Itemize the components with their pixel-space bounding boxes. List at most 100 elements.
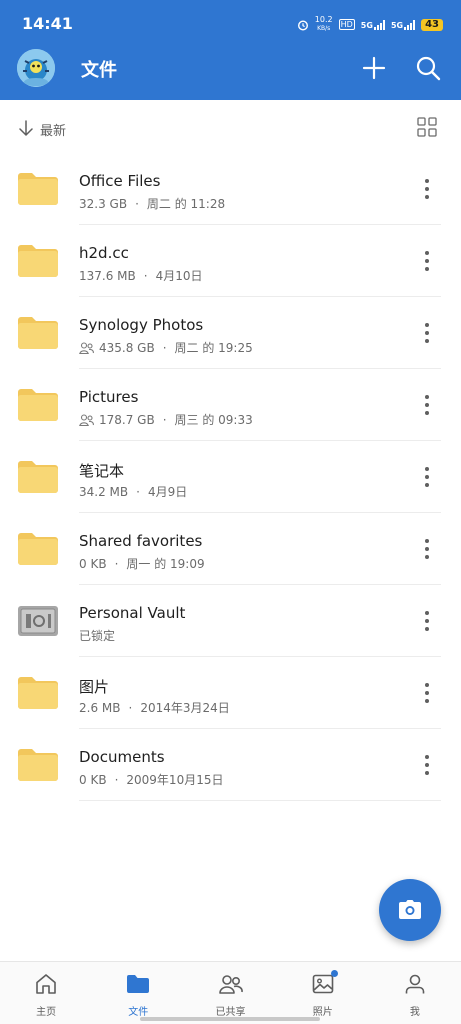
home-indicator: [140, 1017, 320, 1021]
net-speed-value: 10.2: [314, 15, 333, 24]
arrow-down-icon[interactable]: [18, 119, 34, 137]
item-meta: 34.2 MB · 4月9日: [79, 483, 187, 500]
signal-label: 5G: [390, 20, 404, 30]
hd-badge: HD: [338, 19, 355, 30]
folder-icon: [18, 533, 58, 565]
page-title: 文件: [81, 60, 117, 81]
item-size: 0 KB: [79, 772, 107, 787]
nav-me[interactable]: 我: [369, 962, 461, 1024]
more-options-icon[interactable]: [417, 321, 437, 345]
more-options-icon[interactable]: [417, 249, 437, 273]
item-name: 笔记本: [79, 462, 125, 480]
divider: [79, 800, 441, 801]
item-meta: 2.6 MB · 2014年3月24日: [79, 699, 230, 716]
status-bar: 14:41 10.2 KB/s HD 5G 5G 43: [0, 0, 461, 44]
avatar[interactable]: [17, 49, 55, 87]
sort-row: 最新: [0, 106, 461, 150]
nav-label: 照片: [312, 1007, 333, 1018]
nav-label: 文件: [128, 1007, 149, 1018]
item-size: 178.7 GB: [99, 412, 155, 427]
more-options-icon[interactable]: [417, 609, 437, 633]
list-item[interactable]: Synology Photos 435.8 GB · 周二 的 19:25: [0, 297, 461, 369]
nav-label: 我: [409, 1007, 420, 1018]
meta-separator: ·: [114, 772, 119, 787]
top-bar: 14:41 10.2 KB/s HD 5G 5G 43 文件: [0, 0, 461, 100]
folder-icon: [18, 389, 58, 421]
folder-icon: [127, 975, 150, 993]
more-options-icon[interactable]: [417, 177, 437, 201]
item-size: 137.6 MB: [79, 268, 136, 283]
status-time: 14:41: [22, 14, 73, 33]
status-indicators: 10.2 KB/s HD 5G 5G 43: [297, 16, 443, 33]
person-icon: [405, 974, 425, 994]
list-item[interactable]: h2d.cc 137.6 MB · 4月10日: [0, 225, 461, 297]
search-icon[interactable]: [414, 54, 442, 82]
more-options-icon[interactable]: [417, 681, 437, 705]
file-list: Office Files 32.3 GB · 周二 的 11:28 h2d.cc 137.…: [0, 153, 461, 801]
item-name: Personal Vault: [79, 604, 186, 622]
nav-home[interactable]: 主页: [0, 962, 92, 1024]
item-meta: 已锁定: [79, 627, 115, 644]
item-size: 32.3 GB: [79, 196, 128, 211]
list-item[interactable]: 笔记本 34.2 MB · 4月9日: [0, 441, 461, 513]
item-date: 4月9日: [147, 485, 188, 499]
alarm-icon: [297, 19, 308, 31]
home-icon: [36, 974, 56, 994]
item-name: Office Files: [79, 172, 161, 190]
item-size: 34.2 MB: [79, 484, 129, 499]
item-name: Pictures: [79, 388, 139, 406]
sort-label[interactable]: 最新: [40, 120, 66, 139]
nav-photos[interactable]: 照片: [277, 962, 369, 1024]
more-options-icon[interactable]: [417, 753, 437, 777]
item-date: 2009年10月15日: [126, 773, 224, 787]
bottom-navigation: 主页 文件 已共享 照片 我: [0, 961, 461, 1024]
item-name: Documents: [79, 748, 165, 766]
list-item[interactable]: Pictures 178.7 GB · 周三 的 09:33: [0, 369, 461, 441]
add-icon[interactable]: [360, 54, 388, 82]
battery-indicator: 43: [421, 18, 443, 31]
item-meta: 0 KB · 2009年10月15日: [79, 771, 223, 788]
item-meta: 137.6 MB · 4月10日: [79, 267, 203, 284]
item-meta: 32.3 GB · 周二 的 11:28: [79, 195, 225, 212]
item-size: 0 KB: [79, 556, 107, 571]
item-date: 4月10日: [155, 269, 203, 283]
nav-shared[interactable]: 已共享: [184, 962, 276, 1024]
list-item[interactable]: Shared favorites 0 KB · 周一 的 19:09: [0, 513, 461, 585]
item-name: Synology Photos: [79, 316, 204, 334]
signal-5g-2: 5G: [390, 19, 416, 30]
item-date: 周二 的 19:25: [174, 341, 253, 355]
camera-button[interactable]: [379, 879, 441, 941]
vault-icon: [18, 606, 58, 636]
signal-5g-1: 5G: [360, 19, 385, 30]
item-name: 图片: [79, 678, 110, 696]
signal-bars-icon: [404, 19, 416, 30]
item-date: 周二 的 11:28: [146, 197, 226, 211]
people-icon: [218, 975, 243, 994]
meta-separator: ·: [135, 196, 139, 211]
shared-icon: [79, 413, 94, 426]
nav-label: 主页: [36, 1007, 57, 1018]
signal-label: 5G: [360, 20, 373, 30]
folder-icon: [18, 245, 58, 277]
meta-separator: ·: [162, 412, 167, 427]
folder-icon: [18, 173, 58, 205]
more-options-icon[interactable]: [417, 393, 437, 417]
grid-view-icon[interactable]: [417, 117, 437, 137]
more-options-icon[interactable]: [417, 537, 437, 561]
meta-separator: ·: [136, 484, 140, 499]
folder-icon: [18, 317, 58, 349]
more-options-icon[interactable]: [417, 465, 437, 489]
list-item[interactable]: Documents 0 KB · 2009年10月15日: [0, 729, 461, 801]
item-date: 周一 的 19:09: [126, 557, 205, 571]
shared-icon: [79, 341, 94, 354]
meta-separator: ·: [128, 700, 133, 715]
nav-files[interactable]: 文件: [92, 962, 184, 1024]
meta-separator: ·: [162, 340, 167, 355]
list-item[interactable]: Office Files 32.3 GB · 周二 的 11:28: [0, 153, 461, 225]
folder-icon: [18, 461, 58, 493]
item-meta: 0 KB · 周一 的 19:09: [79, 555, 205, 572]
item-name: Shared favorites: [79, 532, 203, 550]
list-item[interactable]: Personal Vault 已锁定: [0, 585, 461, 657]
net-speed: 10.2 KB/s: [315, 16, 333, 33]
list-item[interactable]: 图片 2.6 MB · 2014年3月24日: [0, 657, 461, 729]
